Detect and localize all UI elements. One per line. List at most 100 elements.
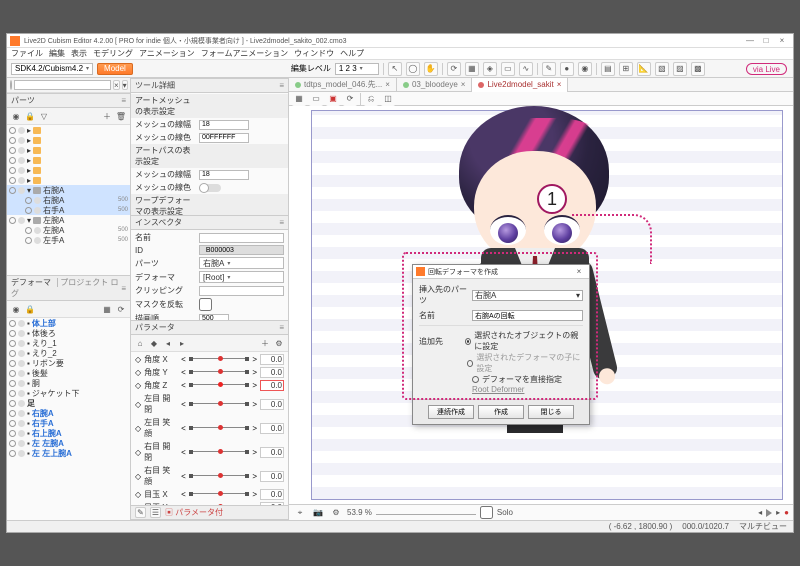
canvas-settings-icon[interactable]: ⚙: [329, 506, 343, 520]
rec-icon[interactable]: ●: [784, 508, 789, 517]
param-slider[interactable]: [189, 493, 250, 499]
tab-project[interactable]: プロジェクト: [60, 278, 108, 287]
param-default-icon[interactable]: ⌂: [134, 337, 146, 349]
continuous-create-button[interactable]: 連続作成: [428, 405, 474, 419]
parts-tree[interactable]: ▸ ▸ ▸ ▸ ▸ ▸ ▾右腕A 右腕A500 右手A500 ▾左腕A 左腕A5…: [7, 125, 130, 275]
panel-menu-icon[interactable]: ≡: [121, 284, 126, 293]
param-slider[interactable]: [189, 403, 250, 409]
solo-check[interactable]: [480, 506, 493, 519]
viewtype-combo[interactable]: マルチビュー: [739, 521, 787, 532]
search-icon[interactable]: [10, 80, 12, 90]
parts-lock-icon[interactable]: 🔒: [24, 110, 36, 122]
param-rec-icon[interactable]: ▣ パラメータ付: [165, 507, 223, 518]
tool-bg-icon[interactable]: ▩: [691, 62, 705, 76]
sdk-combo[interactable]: SDK4.2/Cubism4.2: [11, 63, 93, 75]
create-button[interactable]: 作成: [478, 405, 524, 419]
maximize-button[interactable]: □: [758, 36, 774, 46]
tab-deformer[interactable]: デフォーマ: [11, 278, 58, 287]
param-slider[interactable]: [189, 427, 250, 433]
canvas-tab[interactable]: 03_bloodeye×: [397, 78, 473, 92]
canvas-focus-icon[interactable]: ⌖: [293, 506, 307, 520]
minimize-button[interactable]: —: [742, 36, 758, 46]
search-clear-icon[interactable]: ×: [113, 80, 120, 90]
prev-frame-icon[interactable]: ◂: [758, 508, 762, 517]
menu-view[interactable]: 表示: [71, 48, 87, 59]
play-icon[interactable]: [766, 509, 772, 517]
tool-arrow-icon[interactable]: ↖: [388, 62, 402, 76]
canvas-mesh-icon[interactable]: ▦: [292, 92, 306, 106]
tool-brush-icon[interactable]: ✎: [542, 62, 556, 76]
menu-formanim[interactable]: フォームアニメーション: [201, 48, 288, 59]
canvas-select-icon[interactable]: ▭: [309, 92, 323, 106]
param-slider[interactable]: [189, 371, 250, 377]
insp-id-input[interactable]: [199, 245, 284, 255]
tool-texture-icon[interactable]: ▧: [655, 62, 669, 76]
menu-window[interactable]: ウィンドウ: [294, 48, 334, 59]
editlevel-combo[interactable]: 1 2 3: [335, 63, 379, 75]
param-slider[interactable]: [189, 384, 250, 390]
artpath-color-swatch[interactable]: [199, 184, 221, 192]
close-dialog-button[interactable]: 閉じる: [528, 405, 574, 419]
param-next-icon[interactable]: ▸: [176, 337, 188, 349]
mesh-linecolor-input[interactable]: [199, 133, 249, 143]
next-frame-icon[interactable]: ▸: [776, 508, 780, 517]
canvas-glue-icon[interactable]: ◫: [381, 92, 395, 106]
tool-warpdeform-icon[interactable]: ▦: [465, 62, 479, 76]
parts-add-icon[interactable]: ＋: [101, 110, 113, 122]
mesh-linewidth-input[interactable]: [199, 120, 249, 130]
tool-ruler-icon[interactable]: 📐: [637, 62, 651, 76]
canvas-tab-active[interactable]: Live2dmodel_sakit×: [472, 78, 568, 92]
tool-lasso-icon[interactable]: ◯: [406, 62, 420, 76]
panel-menu-icon[interactable]: ≡: [279, 218, 284, 227]
param-slider[interactable]: [189, 475, 250, 481]
search-opt-icon[interactable]: ▾: [122, 80, 128, 90]
deformer-vis-icon[interactable]: ◉: [10, 303, 22, 315]
model-mode-button[interactable]: Model: [97, 63, 133, 75]
menu-edit[interactable]: 編集: [49, 48, 65, 59]
artpath-linewidth-input[interactable]: [199, 170, 249, 180]
tool-hand-icon[interactable]: ✋: [424, 62, 438, 76]
panel-menu-icon[interactable]: ≡: [121, 96, 126, 105]
parts-del-icon[interactable]: 🗑: [115, 110, 127, 122]
param-add-icon[interactable]: ＋: [259, 337, 271, 349]
param-list-icon[interactable]: ☰: [150, 507, 161, 518]
param-opt-icon[interactable]: ⚙: [273, 337, 285, 349]
tool-path-icon[interactable]: ∿: [519, 62, 533, 76]
param-slider[interactable]: [189, 451, 250, 457]
menu-modeling[interactable]: モデリング: [93, 48, 133, 59]
parts-filter-icon[interactable]: ▽: [38, 110, 50, 122]
tool-eye-icon[interactable]: ◉: [578, 62, 592, 76]
param-slider[interactable]: [189, 358, 250, 364]
tab-close-icon[interactable]: ×: [385, 80, 390, 89]
deformer-tree[interactable]: ▪体上部 ▪体後ろ ▪えり_1 ▪えり_2 ▪リボン要 ▪後髪 ▪胴 ▪ジャケッ…: [7, 318, 130, 520]
tool-snap-icon[interactable]: ⊞: [619, 62, 633, 76]
search-input[interactable]: [14, 80, 111, 90]
canvas-cam-icon[interactable]: 📷: [311, 506, 325, 520]
param-prev-icon[interactable]: ◂: [162, 337, 174, 349]
menu-animation[interactable]: アニメーション: [139, 48, 195, 59]
menu-file[interactable]: ファイル: [11, 48, 43, 59]
panel-menu-icon[interactable]: ≡: [279, 323, 284, 332]
insp-clip-input[interactable]: [199, 286, 284, 296]
param-key-icon[interactable]: ◆: [148, 337, 160, 349]
deformer-warp-icon[interactable]: ▦: [101, 303, 113, 315]
panel-menu-icon[interactable]: ≡: [279, 81, 284, 90]
canvas-bone-icon[interactable]: ⎌: [364, 92, 378, 106]
canvas-rot-icon[interactable]: ⟳: [343, 92, 357, 106]
tool-grid-icon[interactable]: ▤: [601, 62, 615, 76]
tab-close-icon[interactable]: ×: [557, 80, 562, 89]
param-list[interactable]: ◇角度 X<>0.0 ◇角度 Y<>0.0 ◇角度 Z<>0.0 ◇左目 開閉<…: [131, 352, 288, 505]
insp-invertmask-check[interactable]: [199, 298, 212, 311]
insp-name-input[interactable]: [199, 233, 284, 243]
tool-paint-icon[interactable]: ▨: [673, 62, 687, 76]
tool-mesh-icon[interactable]: ◈: [483, 62, 497, 76]
tool-glue-icon[interactable]: ▭: [501, 62, 515, 76]
insp-deformer-combo[interactable]: [Root]: [199, 271, 284, 283]
tool-joint-icon[interactable]: ●: [560, 62, 574, 76]
param-edit-icon[interactable]: ✎: [135, 507, 146, 518]
tool-rotatedeform-icon[interactable]: ⟳: [447, 62, 461, 76]
deformer-rot-icon[interactable]: ⟳: [115, 303, 127, 315]
close-button[interactable]: ×: [774, 36, 790, 46]
canvas-tab[interactable]: tdtps_model_046.先...×: [289, 78, 397, 92]
menu-help[interactable]: ヘルプ: [340, 48, 364, 59]
